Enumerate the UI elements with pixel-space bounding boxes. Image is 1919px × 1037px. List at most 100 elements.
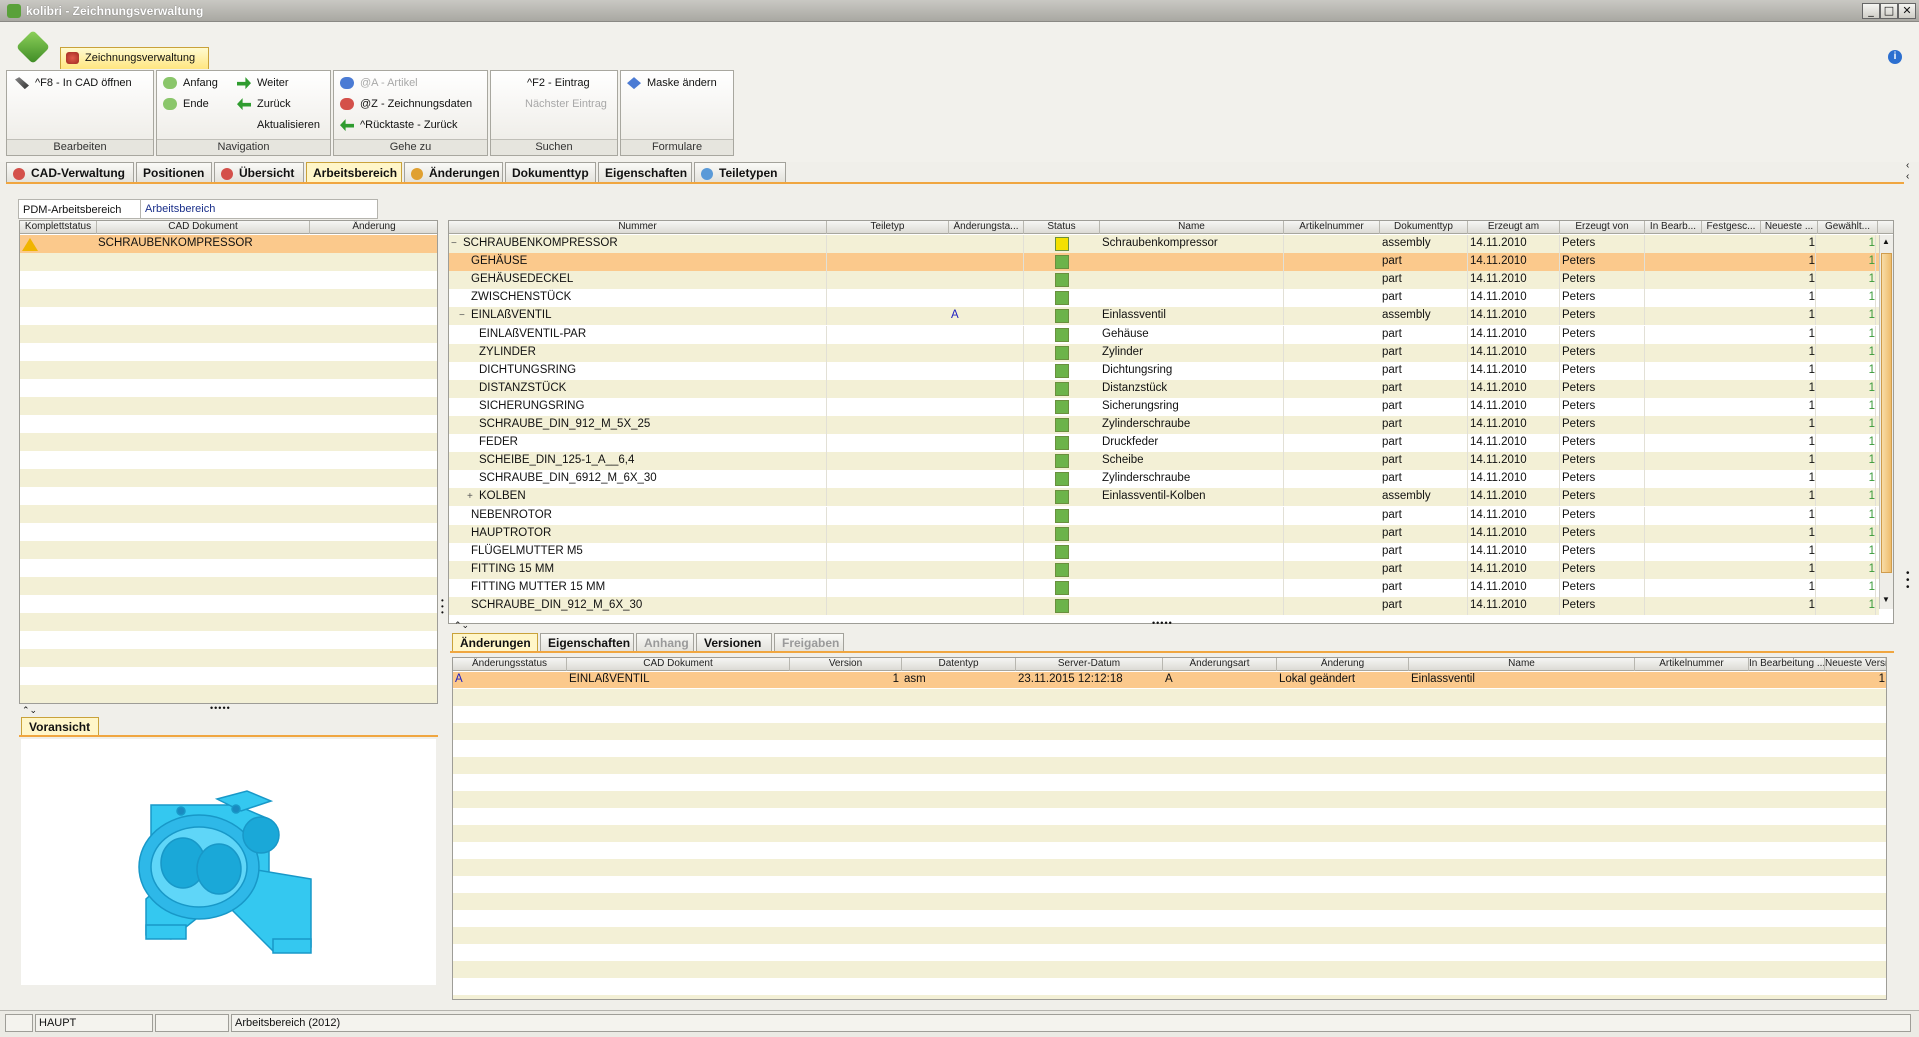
tab-freigaben[interactable]: Freigaben xyxy=(774,633,844,651)
tab-eigenschaften[interactable]: Eigenschaften xyxy=(598,162,692,182)
table-row[interactable]: + KOLBEN Einlassventil-Kolben assembly 14.11… xyxy=(449,488,1879,507)
collapse-icon[interactable]: − xyxy=(451,235,457,252)
col-artikelnummer[interactable]: Artikelnummer xyxy=(1284,221,1380,234)
table-row[interactable]: − SCHRAUBENKOMPRESSOR Schraubenkompressor a… xyxy=(449,235,1879,253)
table-row[interactable]: FEDER Druckfeder part 14.11.2010 Peters 1 1 xyxy=(449,434,1879,453)
change-mask-button[interactable]: Maske ändern xyxy=(627,77,717,90)
tab-uebersicht[interactable]: Übersicht xyxy=(214,162,304,182)
tab-arbeitsbereich[interactable]: Arbeitsbereich xyxy=(306,162,402,182)
tab-voransicht[interactable]: Voransicht xyxy=(21,717,99,735)
scroll-down-icon[interactable]: ▼ xyxy=(1882,595,1890,604)
table-row[interactable]: ZWISCHENSTÜCK part 14.11.2010 Peters 1 1 xyxy=(449,289,1879,308)
info-icon[interactable]: i xyxy=(1888,50,1902,64)
col-festgeschrieben[interactable]: Festgesc... xyxy=(1702,221,1761,234)
tab-aenderungen-detail[interactable]: Änderungen xyxy=(452,633,538,651)
table-row[interactable]: GEHÄUSE part 14.11.2010 Peters 1 1 xyxy=(449,253,1879,272)
table-row[interactable]: A EINLAßVENTIL 1 asm 23.11.2015 12:12:18… xyxy=(453,672,1886,688)
collapse-arrows-icon[interactable]: ‹ ‹ xyxy=(1906,160,1909,182)
table-row[interactable]: DISTANZSTÜCK Distanzstück part 14.11.2010 Pe… xyxy=(449,379,1879,398)
scrollbar-thumb[interactable] xyxy=(1881,253,1892,573)
collapse-icon[interactable]: − xyxy=(459,307,465,324)
workspace-value[interactable]: Arbeitsbereich xyxy=(140,200,379,218)
nav-next-button[interactable]: Weiter xyxy=(237,77,289,90)
col-name[interactable]: Name xyxy=(1409,658,1635,671)
col-aenderungsstatus[interactable]: Änderungsstatus xyxy=(453,658,567,671)
open-in-cad-button[interactable]: ^F8 - In CAD öffnen xyxy=(15,77,132,90)
minimize-button[interactable]: _ xyxy=(1862,3,1880,19)
table-row[interactable]: GEHÄUSEDECKEL part 14.11.2010 Peters 1 1 xyxy=(449,271,1879,290)
table-row[interactable]: SCHRAUBE_DIN_912_M_5X_25 Zylinderschraube… xyxy=(449,416,1879,434)
table-row[interactable]: FITTING 15 MM part 14.11.2010 Peters 1 1 xyxy=(449,560,1879,579)
col-datentyp[interactable]: Datentyp xyxy=(902,658,1016,671)
ribbon-tab-zeichnungsverwaltung[interactable]: Zeichnungsverwaltung xyxy=(60,47,209,69)
tab-positionen[interactable]: Positionen xyxy=(136,162,212,182)
splitter-grip-icon[interactable]: ••••• xyxy=(1152,618,1173,628)
tab-teiletypen[interactable]: Teiletypen xyxy=(694,162,786,182)
col-aenderung[interactable]: Änderung xyxy=(1277,658,1409,671)
nav-last-button[interactable]: Ende xyxy=(163,98,209,111)
table-row[interactable]: DICHTUNGSRING Dichtungsring part 14.11.2010… xyxy=(449,361,1879,380)
table-row[interactable]: FLÜGELMUTTER M5 part 14.11.2010 Peters 1 1 xyxy=(449,542,1879,561)
col-erzeugt-am[interactable]: Erzeugt am xyxy=(1468,221,1560,234)
scroll-up-icon[interactable]: ▲ xyxy=(1882,237,1890,246)
table-row[interactable]: SICHERUNGSRING Sicherungsring part 14.11.20… xyxy=(449,397,1879,416)
tab-versionen[interactable]: Versionen xyxy=(696,633,772,651)
splitter-arrows-icon[interactable]: ⌃⌄ xyxy=(22,705,37,716)
goto-back-button[interactable]: ^Rücktaste - Zurück xyxy=(340,119,457,132)
col-version[interactable]: Version xyxy=(790,658,902,671)
col-nummer[interactable]: Nummer xyxy=(449,221,827,234)
tab-cad-verwaltung[interactable]: CAD-Verwaltung xyxy=(6,162,134,182)
close-button[interactable]: ✕ xyxy=(1898,3,1916,19)
col-artikelnummer[interactable]: Artikelnummer xyxy=(1635,658,1749,671)
table-row[interactable]: NEBENROTOR part 14.11.2010 Peters 1 1 xyxy=(449,506,1879,525)
neueste-cell: 1 xyxy=(1761,524,1816,543)
tab-aenderungen[interactable]: Änderungen xyxy=(404,162,503,182)
table-row[interactable]: SCHRAUBE_DIN_6912_M_6X_30 Zylinderschraub… xyxy=(449,470,1879,489)
col-server-datum[interactable]: Server-Datum xyxy=(1016,658,1163,671)
group-label: Formulare xyxy=(621,139,733,155)
col-in-bearbeitung[interactable]: In Bearb... xyxy=(1645,221,1702,234)
col-aenderungsart[interactable]: Änderungsart xyxy=(1163,658,1277,671)
col-cad-dokument[interactable]: CAD Dokument xyxy=(97,221,310,234)
col-aenderungsstatus[interactable]: Änderungsta... xyxy=(949,221,1024,234)
tab-anhang[interactable]: Anhang xyxy=(636,633,694,651)
app-menu-button[interactable] xyxy=(16,30,50,64)
col-gewaehlt[interactable]: Gewählt... xyxy=(1818,221,1878,234)
col-cad-dokument[interactable]: CAD Dokument xyxy=(567,658,790,671)
nav-first-button[interactable]: Anfang xyxy=(163,77,218,90)
col-dokumenttyp[interactable]: Dokumenttyp xyxy=(1380,221,1468,234)
maximize-button[interactable]: □ xyxy=(1880,3,1898,19)
col-neueste[interactable]: Neueste ... xyxy=(1761,221,1818,234)
nav-back-button[interactable]: Zurück xyxy=(237,98,291,111)
tab-eigenschaften-detail[interactable]: Eigenschaften xyxy=(540,633,634,651)
tab-dokumenttyp[interactable]: Dokumenttyp xyxy=(505,162,596,182)
table-row[interactable]: FITTING MUTTER 15 MM part 14.11.2010 Peters… xyxy=(449,578,1879,597)
col-aenderung[interactable]: Änderung xyxy=(310,221,437,234)
table-row[interactable]: − EINLAßVENTIL A Einlassventil assembly 14.11… xyxy=(449,307,1879,326)
vertical-scrollbar[interactable]: ▲ ▼ xyxy=(1879,235,1893,609)
col-komplettstatus[interactable]: Komplettstatus xyxy=(20,221,97,234)
search-next-button[interactable]: Nächster Eintrag xyxy=(525,98,607,110)
expand-icon[interactable]: + xyxy=(467,488,473,505)
goto-drawing-button[interactable]: @Z - Zeichnungsdaten xyxy=(340,98,472,111)
table-row[interactable]: HAUPTROTOR part 14.11.2010 Peters 1 1 xyxy=(449,524,1879,543)
goto-article-button[interactable]: @A - Artikel xyxy=(340,77,418,90)
search-entry-button[interactable]: ^F2 - Eintrag xyxy=(527,77,590,89)
splitter-arrows-icon[interactable]: ⌃⌄ xyxy=(454,620,469,631)
col-name[interactable]: Name xyxy=(1100,221,1284,234)
col-neueste-version[interactable]: Neueste Version xyxy=(1825,658,1886,671)
table-row[interactable]: SCHRAUBE_DIN_912_M_6X_30 part 14.11.2010 Pe… xyxy=(449,597,1879,615)
table-row[interactable]: SCHRAUBENKOMPRESSOR xyxy=(20,235,437,253)
status-indicator xyxy=(1055,273,1069,288)
refresh-button[interactable]: Aktualisieren xyxy=(257,119,320,131)
col-in-bearbeitung[interactable]: In Bearbeitung ... xyxy=(1749,658,1825,671)
table-row[interactable]: EINLAßVENTIL-PAR Gehäuse part 14.11.2010 Pet… xyxy=(449,325,1879,344)
col-status[interactable]: Status xyxy=(1024,221,1100,234)
table-row[interactable]: ZYLINDER Zylinder part 14.11.2010 Peters 1 1 xyxy=(449,343,1879,362)
col-erzeugt-von[interactable]: Erzeugt von xyxy=(1560,221,1645,234)
table-row[interactable]: SCHEIBE_DIN_125-1_A__6,4 Scheibe part 14.11… xyxy=(449,452,1879,471)
splitter-grip-icon[interactable]: ••••• xyxy=(210,703,231,713)
col-teiletyp[interactable]: Teiletyp xyxy=(827,221,949,234)
splitter-grip-icon[interactable]: • • • xyxy=(441,597,444,617)
splitter-grip-icon[interactable]: • • • xyxy=(1906,569,1910,593)
